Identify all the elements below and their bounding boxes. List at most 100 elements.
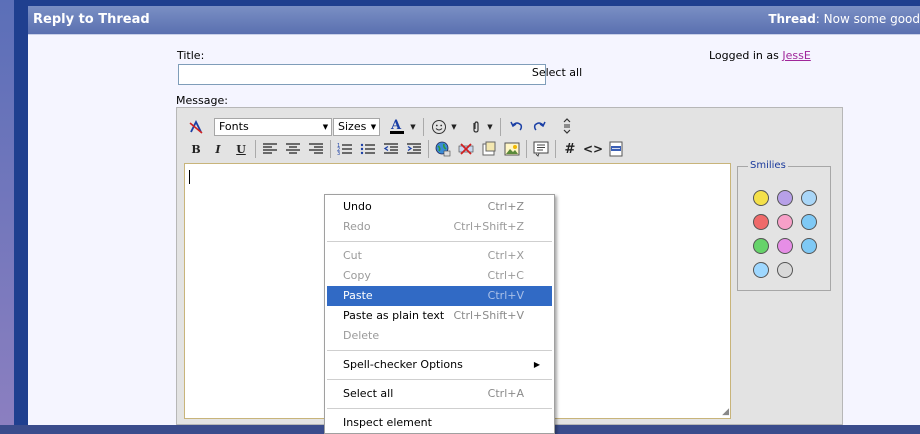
smiley-cool-icon[interactable] bbox=[753, 262, 769, 278]
redo-icon[interactable] bbox=[530, 118, 548, 136]
thread-name: : Now some good bbox=[815, 12, 920, 26]
smiley-wink-icon[interactable] bbox=[801, 214, 817, 230]
menu-item-label: Paste as plain text bbox=[343, 309, 445, 322]
menu-item-label: Delete bbox=[343, 329, 380, 342]
window-left-strip bbox=[0, 0, 14, 425]
title-input[interactable]: Select all bbox=[178, 64, 582, 85]
menu-item-shortcut: Ctrl+Shift+Z bbox=[453, 220, 524, 233]
smiley-frown-icon[interactable] bbox=[777, 190, 793, 206]
italic-button[interactable]: I bbox=[209, 140, 227, 158]
menu-item-label: Cut bbox=[343, 249, 362, 262]
size-select[interactable]: Sizes ▼ bbox=[333, 118, 380, 136]
toolbar-separator bbox=[255, 140, 256, 158]
page-title: Reply to Thread bbox=[33, 12, 150, 27]
ordered-list-icon[interactable]: 123 bbox=[336, 140, 354, 158]
smilies-box: Smilies bbox=[737, 160, 831, 291]
menu-separator bbox=[327, 241, 552, 242]
chevron-down-icon[interactable]: ▼ bbox=[409, 118, 417, 136]
header-divider bbox=[28, 34, 920, 35]
toolbar-separator bbox=[500, 118, 501, 136]
smiley-rolleyes-icon[interactable] bbox=[801, 238, 817, 254]
menu-item-shortcut: Ctrl+V bbox=[487, 289, 524, 302]
smiley-eek-icon[interactable] bbox=[777, 262, 793, 278]
menu-item-shortcut: Ctrl+A bbox=[487, 387, 524, 400]
text-caret bbox=[189, 170, 190, 184]
indent-icon[interactable] bbox=[405, 140, 423, 158]
menu-item-label: Spell-checker Options bbox=[343, 358, 463, 371]
menu-item-label: Select all bbox=[343, 387, 394, 400]
smiley-biggrin-icon[interactable] bbox=[753, 238, 769, 254]
reply-header: Reply to Thread Thread: Now some good bbox=[28, 6, 920, 34]
menu-item-copy[interactable]: Copy Ctrl+C bbox=[327, 266, 552, 286]
menu-item-label: Paste bbox=[343, 289, 373, 302]
attachment-icon[interactable] bbox=[467, 118, 485, 136]
menu-item-shortcut: Ctrl+Z bbox=[487, 200, 524, 213]
insert-picture-icon[interactable] bbox=[503, 140, 521, 158]
menu-item-shortcut: Ctrl+X bbox=[487, 249, 524, 262]
chevron-down-icon[interactable]: ▼ bbox=[450, 118, 458, 136]
menu-item-delete[interactable]: Delete bbox=[327, 326, 552, 346]
font-select[interactable]: Fonts ▼ bbox=[214, 118, 332, 136]
menu-item-paste-plain-text[interactable]: Paste as plain text Ctrl+Shift+V bbox=[327, 306, 552, 326]
menu-separator bbox=[327, 379, 552, 380]
menu-item-shortcut: Ctrl+C bbox=[487, 269, 524, 282]
insert-image-icon[interactable] bbox=[480, 140, 498, 158]
outdent-icon[interactable] bbox=[382, 140, 400, 158]
svg-text:3: 3 bbox=[337, 151, 340, 156]
menu-item-spell-checker[interactable]: Spell-checker Options ▶ bbox=[327, 355, 552, 375]
menu-separator bbox=[327, 408, 552, 409]
username-link[interactable]: JessE bbox=[782, 49, 810, 62]
window-left-border bbox=[14, 0, 28, 425]
smiley-redface-icon[interactable] bbox=[777, 214, 793, 230]
remove-format-icon[interactable] bbox=[187, 118, 205, 136]
unordered-list-icon[interactable] bbox=[359, 140, 377, 158]
title-label: Title: bbox=[177, 49, 205, 62]
menu-item-label: Copy bbox=[343, 269, 371, 282]
insert-smiley-icon[interactable] bbox=[430, 118, 448, 136]
menu-item-cut[interactable]: Cut Ctrl+X bbox=[327, 246, 552, 266]
align-center-icon[interactable] bbox=[284, 140, 302, 158]
smiley-smile-icon[interactable] bbox=[753, 190, 769, 206]
toggle-size-icon[interactable] bbox=[558, 117, 576, 135]
remove-link-icon[interactable] bbox=[457, 140, 475, 158]
smiley-confused-icon[interactable] bbox=[801, 190, 817, 206]
smiley-mad-icon[interactable] bbox=[753, 214, 769, 230]
smiley-tongue-icon[interactable] bbox=[777, 238, 793, 254]
menu-item-paste[interactable]: Paste Ctrl+V bbox=[327, 286, 552, 306]
svg-text:A: A bbox=[390, 118, 402, 133]
resize-grip-icon[interactable]: ◢ bbox=[722, 408, 729, 417]
menu-item-inspect-element[interactable]: Inspect element bbox=[327, 413, 552, 433]
size-select-value: Sizes bbox=[338, 120, 367, 133]
align-right-icon[interactable] bbox=[307, 140, 325, 158]
logged-in-status: Logged in as JessE bbox=[709, 49, 811, 62]
bold-button[interactable]: B bbox=[187, 140, 205, 158]
chevron-down-icon: ▼ bbox=[370, 123, 377, 131]
php-icon[interactable] bbox=[607, 140, 625, 158]
toolbar-separator bbox=[428, 140, 429, 158]
menu-item-shortcut: Ctrl+Shift+V bbox=[453, 309, 524, 322]
menu-item-label: Undo bbox=[343, 200, 372, 213]
toolbar-separator bbox=[526, 140, 527, 158]
menu-item-select-all[interactable]: Select all Ctrl+A bbox=[327, 384, 552, 404]
menu-item-label: Inspect element bbox=[343, 416, 432, 429]
chevron-down-icon[interactable]: ▼ bbox=[486, 118, 494, 136]
code-button[interactable]: # bbox=[561, 140, 579, 158]
text-color-icon[interactable]: A bbox=[388, 117, 406, 135]
html-button[interactable]: <> bbox=[583, 140, 603, 158]
menu-item-label: Redo bbox=[343, 220, 371, 233]
insert-link-icon[interactable] bbox=[434, 140, 452, 158]
context-menu: Undo Ctrl+Z Redo Ctrl+Shift+Z Cut Ctrl+X… bbox=[324, 194, 555, 434]
menu-separator bbox=[327, 350, 552, 351]
logged-in-text: Logged in as bbox=[709, 49, 783, 62]
undo-icon[interactable] bbox=[508, 118, 526, 136]
thread-title: Thread: Now some good bbox=[768, 12, 920, 26]
underline-button[interactable]: U bbox=[232, 140, 250, 158]
quote-icon[interactable] bbox=[532, 140, 550, 158]
align-left-icon[interactable] bbox=[261, 140, 279, 158]
submenu-arrow-icon: ▶ bbox=[533, 360, 540, 369]
toolbar-separator bbox=[330, 140, 331, 158]
menu-item-undo[interactable]: Undo Ctrl+Z bbox=[327, 197, 552, 217]
menu-item-redo[interactable]: Redo Ctrl+Shift+Z bbox=[327, 217, 552, 237]
thread-label: Thread bbox=[768, 12, 816, 26]
select-all-tooltip: Select all bbox=[531, 66, 583, 79]
